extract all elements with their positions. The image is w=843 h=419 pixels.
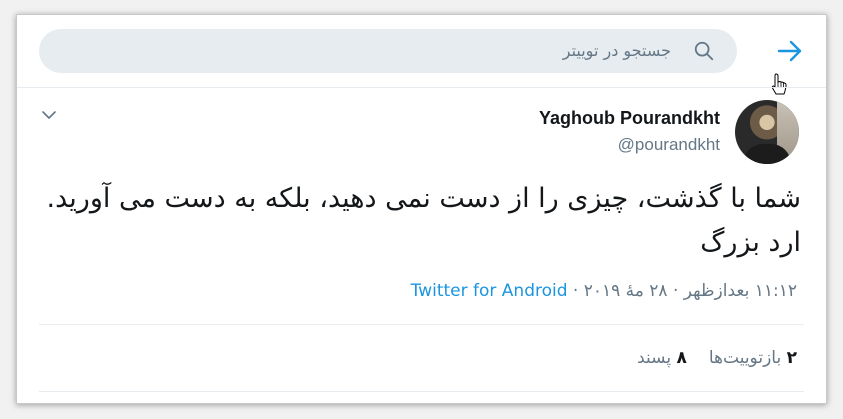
tweet-text: شما با گذشت، چیزی را از دست نمی دهید، بل… (46, 183, 801, 258)
stats-divider-top (39, 324, 804, 325)
author-handle[interactable]: @pourandkht (618, 135, 720, 155)
retweet-count: ۲ (786, 348, 797, 368)
tweet-time[interactable]: ۱۱:۱۲ بعدازظهر (684, 281, 797, 301)
meta-separator: · (672, 281, 679, 301)
search-bar[interactable]: جستجو در توییتر (39, 29, 737, 73)
tweet-metadata: ۱۱:۱۲ بعدازظهر · ۲۸ مهٔ ۲۰۱۹ · Twitter f… (411, 281, 797, 301)
stats-divider-bottom (39, 391, 804, 392)
likes-stat[interactable]: ۸ پسند (637, 348, 687, 368)
retweets-stat[interactable]: ۲ بازتوییت‌ها (709, 348, 797, 368)
search-input[interactable]: جستجو در توییتر (563, 41, 671, 60)
tweet-source-link[interactable]: Twitter for Android (411, 281, 568, 301)
tweet-date[interactable]: ۲۸ مهٔ ۲۰۱۹ (584, 281, 668, 301)
meta-separator: · (572, 281, 579, 301)
arrow-right-icon[interactable] (777, 40, 803, 62)
author-display-name[interactable]: Yaghoub Pourandkht (539, 108, 720, 129)
search-icon[interactable] (693, 40, 715, 62)
header-divider (17, 87, 826, 88)
tweet-modal: جستجو در توییتر Yaghoub Pourandkht @pour… (16, 14, 827, 404)
tweet-stats: ۲ بازتوییت‌ها ۸ پسند (637, 348, 797, 368)
hand-pointer-icon (771, 73, 787, 95)
chevron-down-icon[interactable] (41, 109, 57, 121)
like-count: ۸ (676, 348, 687, 368)
retweet-label: بازتوییت‌ها (708, 348, 782, 368)
like-label: پسند (637, 348, 672, 368)
avatar[interactable] (735, 100, 799, 164)
